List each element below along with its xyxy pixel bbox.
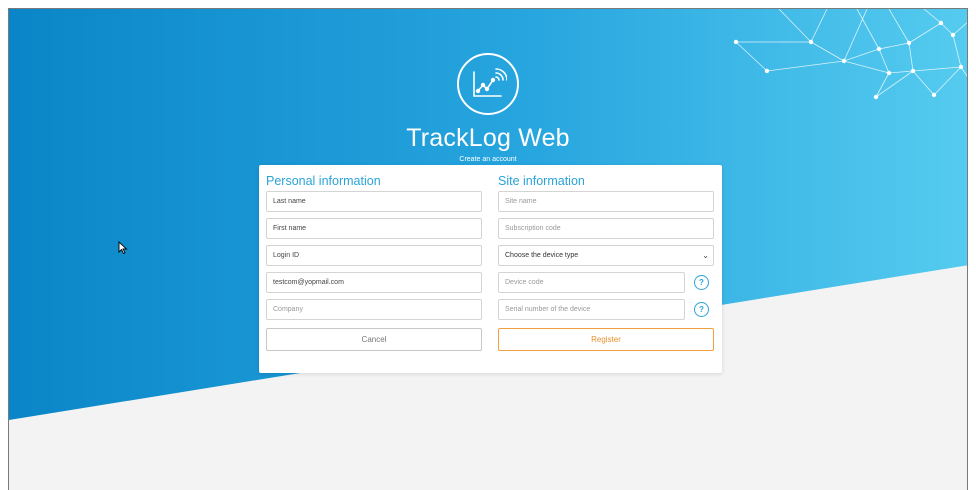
site-name-placeholder: Site name <box>505 198 537 205</box>
last-name-value: Last name <box>273 198 306 205</box>
serial-number-row: Serial number of the device ? <box>498 299 714 320</box>
email-value: testcom@yopmail.com <box>273 279 344 286</box>
login-id-input[interactable]: Login ID <box>266 245 482 266</box>
device-type-select[interactable]: Choose the device type ⌄ <box>498 245 714 266</box>
app-title: TrackLog Web <box>406 124 570 152</box>
tracklog-logo-icon <box>457 53 519 115</box>
personal-information-title: Personal information <box>266 174 381 188</box>
brand-header: TrackLog Web Create an account <box>9 53 967 163</box>
subscription-code-input[interactable]: Subscription code <box>498 218 714 239</box>
site-information-section: Site information Site name Subscription … <box>498 173 714 351</box>
personal-information-section: Personal information Last name First nam… <box>266 173 482 351</box>
cancel-button[interactable]: Cancel <box>266 328 482 351</box>
chevron-down-icon: ⌄ <box>702 251 709 260</box>
serial-number-help-icon[interactable]: ? <box>694 302 709 317</box>
device-code-placeholder: Device code <box>505 279 544 286</box>
device-code-row: Device code ? <box>498 272 714 293</box>
device-type-value: Choose the device type <box>505 252 579 259</box>
serial-number-placeholder: Serial number of the device <box>505 306 591 313</box>
device-code-input[interactable]: Device code <box>498 272 685 293</box>
device-code-help-icon[interactable]: ? <box>694 275 709 290</box>
page-subtitle: Create an account <box>459 156 517 163</box>
subscription-code-placeholder: Subscription code <box>505 225 561 232</box>
serial-number-input[interactable]: Serial number of the device <box>498 299 685 320</box>
login-id-value: Login ID <box>273 252 300 259</box>
register-button[interactable]: Register <box>498 328 714 351</box>
mouse-cursor-icon <box>118 241 128 255</box>
site-information-title: Site information <box>498 174 585 188</box>
first-name-input[interactable]: First name <box>266 218 482 239</box>
site-name-input[interactable]: Site name <box>498 191 714 212</box>
first-name-value: First name <box>273 225 307 232</box>
page-frame: TrackLog Web Create an account Personal … <box>8 8 968 490</box>
company-placeholder: Company <box>273 306 303 313</box>
last-name-input[interactable]: Last name <box>266 191 482 212</box>
registration-form: Personal information Last name First nam… <box>259 165 722 373</box>
email-input[interactable]: testcom@yopmail.com <box>266 272 482 293</box>
company-input[interactable]: Company <box>266 299 482 320</box>
